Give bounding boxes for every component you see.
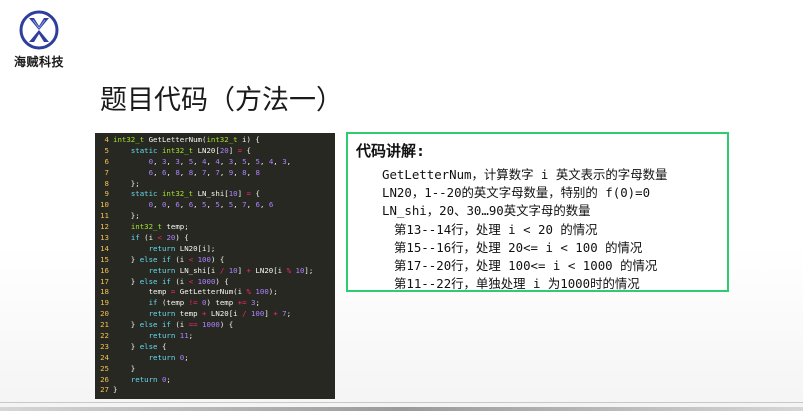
line-number: 7 [104,167,109,177]
code-panel: 4 int32_t GetLetterNum(int32_t i) { 5 stat… [95,133,335,399]
line-number: 5 [104,145,109,155]
line-number: 17 [100,276,109,286]
code-text: return LN_shi[i / 10] + LN20[i % 10]; [148,265,314,275]
code-text: static int32_t LN20[20] = { [130,145,251,155]
logo-text: 海贼科技 [13,55,64,69]
explanation-line: 第11--22行，单独处理 i 为1000时的情况 [394,276,640,292]
code-line: 18 temp = GetLetterNum(i % 100); [95,287,335,298]
footer-divider [0,402,803,403]
code-line: 5 static int32_t LN20[20] = { [95,146,335,157]
code-text: }; [113,211,140,221]
code-line: 15 } else if (i < 100) { [95,255,335,266]
code-line: 23 } else { [95,342,335,353]
line-number: 20 [100,309,109,319]
code-line: 6 0, 3, 3, 5, 4, 4, 3, 5, 5, 4, 3, [95,157,335,168]
explanation-line: LN_shi，20、30…90英文字母的数量 [382,203,591,219]
code-text: temp = GetLetterNum(i % 100); [113,287,278,297]
code-text: 6, 6, 8, 8, 7, 7, 9, 8, 8 [148,167,260,177]
line-number: 13 [100,233,109,243]
code-line: 4 int32_t GetLetterNum(int32_t i) { [95,135,335,146]
line-number: 16 [100,265,109,275]
code-text: int32_t GetLetterNum(int32_t i) { [113,135,260,144]
line-number: 24 [100,352,109,362]
explanation-line: GetLetterNum，计算数字 i 英文表示的字母数量 [382,167,668,182]
line-number: 11 [100,211,109,221]
code-line: 16 return LN_shi[i / 10] + LN20[i % 10]; [95,266,335,277]
logo: 海贼科技 [6,10,72,70]
explanation-line: 第17--20行，处理 100<= i < 1000 的情况 [394,258,658,274]
code-line: 9 static int32_t LN_shi[10] = { [95,189,335,200]
line-number: 15 [100,254,109,264]
code-text: } else if (i < 100) { [113,254,225,264]
explanation-box: 代码讲解: GetLetterNum，计算数字 i 英文表示的字母数量 LN20… [346,132,729,292]
footer-bar [0,407,803,411]
line-number: 23 [100,341,109,351]
code-line: 13 if (i < 20) { [95,233,335,244]
line-number: 9 [104,189,109,199]
code-line: 25 } [95,364,335,375]
code-text: if (temp != 0) temp += 3; [148,298,260,308]
code-line: 26 return 0; [95,375,335,386]
line-number: 19 [100,298,109,308]
code-line: 21 } else if (i == 1000) { [95,320,335,331]
code-line: 14 return LN20[i]; [95,244,335,255]
line-number: 14 [100,243,109,253]
explanation-line: LN20，1--20的英文字母数量，特别的 f(0)=0 [382,185,651,201]
line-number: 10 [100,200,109,210]
x-logo-icon [19,10,59,50]
line-number: 27 [100,385,109,395]
line-number: 22 [100,331,109,341]
code-line: 27} [95,385,335,396]
code-text: } [113,385,118,395]
code-text: } else if (i == 1000) { [113,320,234,330]
code-text: return 11; [148,331,194,341]
explanation-title: 代码讲解: [356,142,426,160]
code-line: 20 return temp + LN20[i / 100] + 7; [95,309,335,320]
code-line: 11 }; [95,211,335,222]
line-number: 26 [100,374,109,384]
line-number: 6 [104,156,109,166]
code-line: 8 }; [95,179,335,190]
code-line: 24 return 0; [95,353,335,364]
code-text: 0, 3, 3, 5, 4, 4, 3, 5, 5, 4, 3, [148,156,292,166]
code-text: return temp + LN20[i / 100] + 7; [148,309,292,319]
code-line: 10 0, 0, 6, 6, 5, 5, 5, 7, 6, 6 [95,200,335,211]
code-text: }; [113,178,140,188]
code-text: return 0; [148,352,189,362]
slide-title: 题目代码（方法一） [100,85,343,116]
line-number: 12 [100,222,109,232]
explanation-line: 第15--16行，处理 20<= i < 100 的情况 [394,239,643,255]
line-number: 8 [104,178,109,188]
code-text: return 0; [130,374,171,384]
code-line: 19 if (temp != 0) temp += 3; [95,298,335,309]
line-number: 18 [100,287,109,297]
line-number: 21 [100,320,109,330]
explanation-line: 第13--14行，处理 i < 20 的情况 [394,221,598,237]
code-text: } else { [113,341,167,351]
code-line: 17 } else if (i < 1000) { [95,277,335,288]
line-number: 4 [104,135,109,144]
code-text: int32_t temp; [130,222,189,232]
code-text: } [113,363,136,373]
code-text: static int32_t LN_shi[10] = { [130,189,260,199]
code-text: 0, 0, 6, 6, 5, 5, 5, 7, 6, 6 [148,200,274,210]
code-text: if (i < 20) { [130,233,189,243]
code-line: 7 6, 6, 8, 8, 7, 7, 9, 8, 8 [95,168,335,179]
code-text: } else if (i < 1000) { [113,276,229,286]
code-text: return LN20[i]; [148,243,216,253]
code-line: 22 return 11; [95,331,335,342]
code-line: 12 int32_t temp; [95,222,335,233]
line-number: 25 [100,363,109,373]
